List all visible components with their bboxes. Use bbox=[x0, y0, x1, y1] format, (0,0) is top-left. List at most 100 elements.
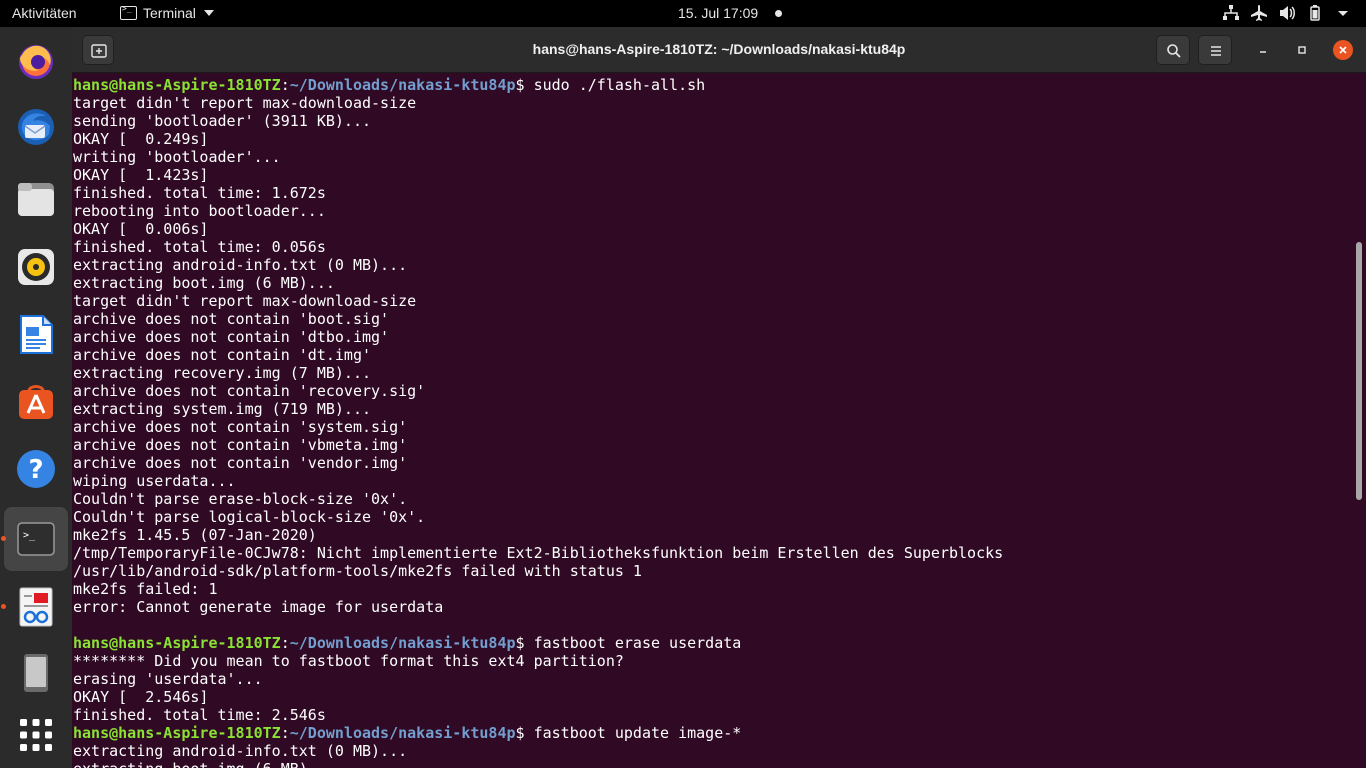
dock-terminal[interactable]: >_ bbox=[4, 507, 68, 571]
output-line: mke2fs 1.45.5 (07-Jan-2020) bbox=[73, 526, 317, 544]
output-line: archive does not contain 'dtbo.img' bbox=[73, 328, 390, 346]
scrollbar[interactable] bbox=[1356, 242, 1362, 500]
clock[interactable]: 15. Jul 17:09 bbox=[678, 5, 758, 21]
system-menu-chevron-down-icon[interactable] bbox=[1334, 4, 1352, 22]
output-line: target didn't report max-download-size bbox=[73, 292, 417, 310]
prompt-line: hans@hans-Aspire-1810TZ:~/Downloads/naka… bbox=[73, 724, 742, 742]
output-line: extracting recovery.img (7 MB)... bbox=[73, 364, 372, 382]
output-line: /tmp/TemporaryFile-0CJw78: Nicht impleme… bbox=[73, 544, 1004, 562]
help-icon: ? bbox=[17, 450, 55, 488]
dock-libreoffice-writer[interactable] bbox=[4, 303, 68, 367]
output-line: extracting android-info.txt (0 MB)... bbox=[73, 256, 408, 274]
folder-icon bbox=[18, 183, 54, 216]
show-applications-button[interactable] bbox=[4, 703, 68, 767]
output-line: extracting boot.img (6 MB)... bbox=[73, 760, 1352, 768]
running-indicator-icon bbox=[1, 604, 6, 609]
close-icon bbox=[1339, 46, 1347, 54]
firefox-icon bbox=[19, 45, 53, 79]
output-line: rebooting into bootloader... bbox=[73, 202, 326, 220]
output-line: erasing 'userdata'... bbox=[73, 670, 263, 688]
output-line: Couldn't parse logical-block-size '0x'. bbox=[73, 508, 426, 526]
search-icon bbox=[1167, 44, 1181, 58]
chevron-down-icon bbox=[203, 10, 214, 16]
svg-text:>_: >_ bbox=[23, 530, 36, 541]
airplane-mode-icon[interactable] bbox=[1250, 4, 1268, 22]
prompt-path: ~/Downloads/nakasi-ktu84p bbox=[289, 634, 516, 652]
minimize-button[interactable] bbox=[1253, 40, 1273, 60]
output-line: archive does not contain 'system.sig' bbox=[73, 418, 408, 436]
command-text: $ sudo ./flash-all.sh bbox=[515, 76, 706, 94]
network-icon[interactable] bbox=[1222, 4, 1240, 22]
maximize-icon bbox=[1298, 46, 1306, 54]
output-line: writing 'bootloader'... bbox=[73, 148, 281, 166]
output-line: mke2fs failed: 1 bbox=[73, 580, 218, 598]
output-line: error: Cannot generate image for userdat… bbox=[73, 598, 444, 616]
terminal-window: hans@hans-Aspire-1810TZ: ~/Downloads/nak… bbox=[72, 27, 1366, 768]
document-viewer-icon bbox=[19, 587, 53, 627]
dock-files[interactable] bbox=[4, 167, 68, 231]
app-grid-icon bbox=[20, 719, 52, 751]
output-line: archive does not contain 'vendor.img' bbox=[73, 454, 408, 472]
dock: ? >_ bbox=[0, 27, 72, 768]
terminal-icon bbox=[120, 4, 137, 20]
terminal-output[interactable]: hans@hans-Aspire-1810TZ:~/Downloads/naka… bbox=[72, 74, 1352, 768]
app-menu[interactable]: Terminal bbox=[120, 4, 214, 21]
hamburger-menu-icon bbox=[1211, 46, 1221, 56]
search-button[interactable] bbox=[1156, 35, 1190, 65]
writer-document-icon bbox=[20, 315, 53, 354]
output-line: OKAY [ 2.546s] bbox=[73, 688, 209, 706]
minimize-icon bbox=[1260, 51, 1266, 53]
battery-icon[interactable] bbox=[1306, 4, 1324, 22]
terminal-icon: >_ bbox=[17, 522, 55, 556]
output-line: archive does not contain 'recovery.sig' bbox=[73, 382, 426, 400]
output-line: Couldn't parse erase-block-size '0x'. bbox=[73, 490, 408, 508]
output-line: OKAY [ 0.006s] bbox=[73, 220, 209, 238]
output-line: finished. total time: 1.672s bbox=[73, 184, 326, 202]
notification-dot-icon bbox=[775, 10, 782, 17]
dock-help[interactable]: ? bbox=[4, 437, 68, 501]
dock-removable-drive[interactable] bbox=[4, 641, 68, 705]
output-line: archive does not contain 'vbmeta.img' bbox=[73, 436, 408, 454]
header-bar: hans@hans-Aspire-1810TZ: ~/Downloads/nak… bbox=[72, 27, 1366, 73]
output-line: archive does not contain 'boot.sig' bbox=[73, 310, 390, 328]
dock-ubuntu-software[interactable] bbox=[4, 369, 68, 433]
volume-icon[interactable] bbox=[1278, 4, 1296, 22]
prompt-line: hans@hans-Aspire-1810TZ:~/Downloads/naka… bbox=[73, 634, 742, 652]
output-line: wiping userdata... bbox=[73, 472, 236, 490]
activities-button[interactable]: Aktivitäten bbox=[12, 5, 77, 21]
prompt-line: hans@hans-Aspire-1810TZ:~/Downloads/naka… bbox=[73, 76, 706, 94]
output-line: archive does not contain 'dt.img' bbox=[73, 346, 372, 364]
top-bar: Aktivitäten Terminal 15. Jul 17:09 bbox=[0, 0, 1366, 27]
rhythmbox-speaker-icon bbox=[18, 249, 54, 285]
software-bag-icon bbox=[19, 385, 53, 419]
output-line: extracting android-info.txt (0 MB)... bbox=[73, 742, 408, 760]
prompt-user: hans@hans-Aspire-1810TZ bbox=[73, 634, 281, 652]
svg-text:?: ? bbox=[28, 455, 43, 485]
thunderbird-icon bbox=[18, 109, 54, 145]
output-line: ******** Did you mean to fastboot format… bbox=[73, 652, 624, 670]
system-tray[interactable] bbox=[1222, 4, 1352, 22]
close-button[interactable] bbox=[1333, 40, 1353, 60]
dock-firefox[interactable] bbox=[4, 29, 68, 93]
output-line: finished. total time: 0.056s bbox=[73, 238, 326, 256]
prompt-path: ~/Downloads/nakasi-ktu84p bbox=[289, 724, 516, 742]
output-line: /usr/lib/android-sdk/platform-tools/mke2… bbox=[73, 562, 642, 580]
dock-document-viewer[interactable] bbox=[4, 575, 68, 639]
command-text: $ fastboot update image-* bbox=[515, 724, 742, 742]
menu-button[interactable] bbox=[1198, 35, 1232, 65]
output-line: sending 'bootloader' (3911 KB)... bbox=[73, 112, 372, 130]
output-line: OKAY [ 1.423s] bbox=[73, 166, 209, 184]
output-line: extracting system.img (719 MB)... bbox=[73, 400, 372, 418]
app-menu-label: Terminal bbox=[143, 5, 196, 21]
command-text: $ fastboot erase userdata bbox=[515, 634, 742, 652]
prompt-path: ~/Downloads/nakasi-ktu84p bbox=[289, 76, 516, 94]
maximize-button[interactable] bbox=[1292, 40, 1312, 60]
dock-thunderbird[interactable] bbox=[4, 95, 68, 159]
output-line: finished. total time: 2.546s bbox=[73, 706, 326, 724]
output-line: target didn't report max-download-size bbox=[73, 94, 417, 112]
prompt-user: hans@hans-Aspire-1810TZ bbox=[73, 724, 281, 742]
dock-rhythmbox[interactable] bbox=[4, 235, 68, 299]
running-indicator-icon bbox=[1, 536, 6, 541]
drive-icon bbox=[24, 654, 48, 692]
